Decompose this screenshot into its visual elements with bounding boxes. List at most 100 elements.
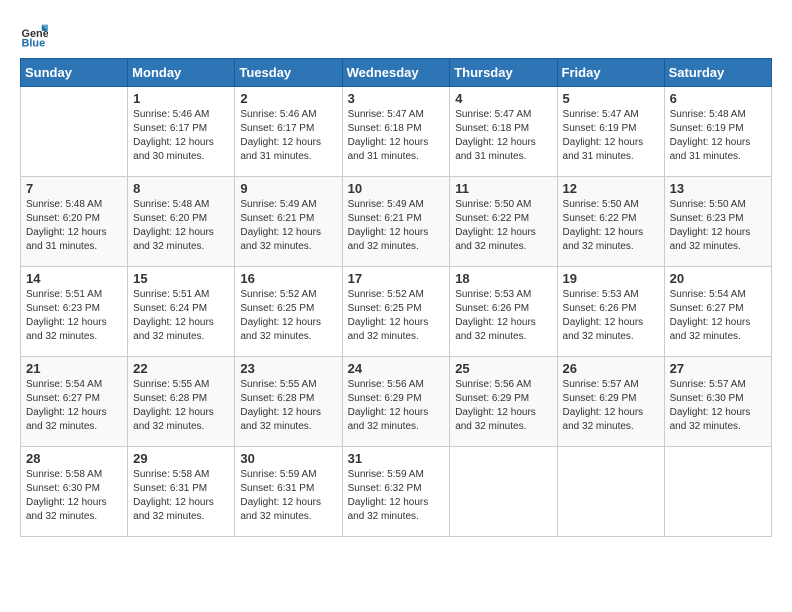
calendar-cell: 21Sunrise: 5:54 AM Sunset: 6:27 PM Dayli…	[21, 357, 128, 447]
day-number: 30	[240, 451, 336, 466]
calendar-header-row: SundayMondayTuesdayWednesdayThursdayFrid…	[21, 59, 772, 87]
calendar-week-row: 1Sunrise: 5:46 AM Sunset: 6:17 PM Daylig…	[21, 87, 772, 177]
day-number: 27	[670, 361, 766, 376]
day-number: 29	[133, 451, 229, 466]
calendar-cell: 3 Sunrise: 5:47 AM Sunset: 6:18 PM Daylig…	[342, 87, 450, 177]
day-number: 26	[563, 361, 659, 376]
svg-text:Blue: Blue	[22, 37, 46, 48]
calendar-cell: 15Sunrise: 5:51 AM Sunset: 6:24 PM Dayli…	[128, 267, 235, 357]
calendar-cell: 11Sunrise: 5:50 AM Sunset: 6:22 PM Dayli…	[450, 177, 557, 267]
day-info: Sunrise: 5:59 AM Sunset: 6:31 PM Dayligh…	[240, 468, 336, 524]
calendar-cell	[664, 447, 771, 537]
calendar-cell	[557, 447, 664, 537]
calendar-week-row: 28 Sunrise: 5:58 AM Sunset: 6:30 PM Dayli…	[21, 447, 772, 537]
calendar-cell: 30 Sunrise: 5:59 AM Sunset: 6:31 PM Dayli…	[235, 447, 342, 537]
calendar-week-row: 14 Sunrise: 5:51 AM Sunset: 6:23 PM Dayli…	[21, 267, 772, 357]
day-number: 7	[26, 181, 122, 196]
day-number: 8	[133, 181, 229, 196]
day-number: 31	[348, 451, 445, 466]
day-info: Sunrise: 5:55 AM Sunset: 6:28 PM Dayligh…	[240, 378, 336, 434]
day-info: Sunrise: 5:59 AM Sunset: 6:32 PM Dayligh…	[348, 468, 445, 524]
day-info: Sunrise: 5:55 AM Sunset: 6:28 PM Dayligh…	[133, 378, 229, 434]
calendar-cell: 13Sunrise: 5:50 AM Sunset: 6:23 PM Dayli…	[664, 177, 771, 267]
day-info: Sunrise: 5:47 AM Sunset: 6:19 PM Dayligh…	[563, 108, 659, 164]
day-info: Sunrise: 5:48 AM Sunset: 6:20 PM Dayligh…	[133, 198, 229, 254]
day-info: Sunrise: 5:50 AM Sunset: 6:22 PM Dayligh…	[563, 198, 659, 254]
calendar-cell	[21, 87, 128, 177]
day-info: Sunrise: 5:54 AM Sunset: 6:27 PM Dayligh…	[26, 378, 122, 434]
calendar-cell: 28 Sunrise: 5:58 AM Sunset: 6:30 PM Dayli…	[21, 447, 128, 537]
day-info: Sunrise: 5:51 AM Sunset: 6:24 PM Dayligh…	[133, 288, 229, 344]
day-number: 3	[348, 91, 445, 106]
calendar-week-row: 7 Sunrise: 5:48 AM Sunset: 6:20 PM Daylig…	[21, 177, 772, 267]
day-number: 14	[26, 271, 122, 286]
day-number: 6	[670, 91, 766, 106]
day-number: 9	[240, 181, 336, 196]
day-info: Sunrise: 5:56 AM Sunset: 6:29 PM Dayligh…	[455, 378, 551, 434]
calendar-day-header: Wednesday	[342, 59, 450, 87]
day-number: 22	[133, 361, 229, 376]
logo: General Blue	[20, 20, 48, 48]
day-info: Sunrise: 5:57 AM Sunset: 6:30 PM Dayligh…	[670, 378, 766, 434]
calendar-cell: 16 Sunrise: 5:52 AM Sunset: 6:25 PM Dayli…	[235, 267, 342, 357]
day-info: Sunrise: 5:48 AM Sunset: 6:20 PM Dayligh…	[26, 198, 122, 254]
day-info: Sunrise: 5:48 AM Sunset: 6:19 PM Dayligh…	[670, 108, 766, 164]
day-number: 20	[670, 271, 766, 286]
calendar-cell: 9 Sunrise: 5:49 AM Sunset: 6:21 PM Daylig…	[235, 177, 342, 267]
day-number: 23	[240, 361, 336, 376]
day-info: Sunrise: 5:54 AM Sunset: 6:27 PM Dayligh…	[670, 288, 766, 344]
day-info: Sunrise: 5:56 AM Sunset: 6:29 PM Dayligh…	[348, 378, 445, 434]
page-header: General Blue	[20, 20, 772, 48]
calendar-cell: 24 Sunrise: 5:56 AM Sunset: 6:29 PM Dayli…	[342, 357, 450, 447]
day-info: Sunrise: 5:47 AM Sunset: 6:18 PM Dayligh…	[455, 108, 551, 164]
calendar-cell	[450, 447, 557, 537]
day-info: Sunrise: 5:58 AM Sunset: 6:30 PM Dayligh…	[26, 468, 122, 524]
calendar-day-header: Monday	[128, 59, 235, 87]
day-info: Sunrise: 5:49 AM Sunset: 6:21 PM Dayligh…	[240, 198, 336, 254]
day-info: Sunrise: 5:47 AM Sunset: 6:18 PM Dayligh…	[348, 108, 445, 164]
day-number: 16	[240, 271, 336, 286]
day-number: 10	[348, 181, 445, 196]
calendar-cell: 2Sunrise: 5:46 AM Sunset: 6:17 PM Daylig…	[235, 87, 342, 177]
calendar-cell: 25 Sunrise: 5:56 AM Sunset: 6:29 PM Dayli…	[450, 357, 557, 447]
logo-icon: General Blue	[20, 20, 48, 48]
calendar-cell: 20 Sunrise: 5:54 AM Sunset: 6:27 PM Dayli…	[664, 267, 771, 357]
calendar-cell: 19 Sunrise: 5:53 AM Sunset: 6:26 PM Dayli…	[557, 267, 664, 357]
calendar-cell: 14 Sunrise: 5:51 AM Sunset: 6:23 PM Dayli…	[21, 267, 128, 357]
calendar-day-header: Friday	[557, 59, 664, 87]
day-info: Sunrise: 5:49 AM Sunset: 6:21 PM Dayligh…	[348, 198, 445, 254]
day-info: Sunrise: 5:58 AM Sunset: 6:31 PM Dayligh…	[133, 468, 229, 524]
calendar-cell: 17 Sunrise: 5:52 AM Sunset: 6:25 PM Dayli…	[342, 267, 450, 357]
day-info: Sunrise: 5:51 AM Sunset: 6:23 PM Dayligh…	[26, 288, 122, 344]
calendar-day-header: Saturday	[664, 59, 771, 87]
day-number: 1	[133, 91, 229, 106]
day-info: Sunrise: 5:53 AM Sunset: 6:26 PM Dayligh…	[455, 288, 551, 344]
day-number: 17	[348, 271, 445, 286]
day-number: 28	[26, 451, 122, 466]
day-info: Sunrise: 5:52 AM Sunset: 6:25 PM Dayligh…	[348, 288, 445, 344]
day-number: 25	[455, 361, 551, 376]
calendar-cell: 29 Sunrise: 5:58 AM Sunset: 6:31 PM Dayli…	[128, 447, 235, 537]
day-info: Sunrise: 5:57 AM Sunset: 6:29 PM Dayligh…	[563, 378, 659, 434]
calendar-cell: 5 Sunrise: 5:47 AM Sunset: 6:19 PM Daylig…	[557, 87, 664, 177]
day-number: 5	[563, 91, 659, 106]
calendar-table: SundayMondayTuesdayWednesdayThursdayFrid…	[20, 58, 772, 537]
calendar-cell: 6 Sunrise: 5:48 AM Sunset: 6:19 PM Daylig…	[664, 87, 771, 177]
calendar-week-row: 21Sunrise: 5:54 AM Sunset: 6:27 PM Dayli…	[21, 357, 772, 447]
calendar-cell: 22 Sunrise: 5:55 AM Sunset: 6:28 PM Dayli…	[128, 357, 235, 447]
calendar-cell: 31 Sunrise: 5:59 AM Sunset: 6:32 PM Dayli…	[342, 447, 450, 537]
calendar-cell: 1Sunrise: 5:46 AM Sunset: 6:17 PM Daylig…	[128, 87, 235, 177]
calendar-day-header: Tuesday	[235, 59, 342, 87]
calendar-day-header: Sunday	[21, 59, 128, 87]
calendar-cell: 10 Sunrise: 5:49 AM Sunset: 6:21 PM Dayli…	[342, 177, 450, 267]
day-number: 19	[563, 271, 659, 286]
day-number: 24	[348, 361, 445, 376]
day-info: Sunrise: 5:52 AM Sunset: 6:25 PM Dayligh…	[240, 288, 336, 344]
day-info: Sunrise: 5:53 AM Sunset: 6:26 PM Dayligh…	[563, 288, 659, 344]
day-number: 2	[240, 91, 336, 106]
calendar-cell: 18Sunrise: 5:53 AM Sunset: 6:26 PM Dayli…	[450, 267, 557, 357]
day-number: 12	[563, 181, 659, 196]
day-number: 4	[455, 91, 551, 106]
calendar-day-header: Thursday	[450, 59, 557, 87]
day-number: 11	[455, 181, 551, 196]
